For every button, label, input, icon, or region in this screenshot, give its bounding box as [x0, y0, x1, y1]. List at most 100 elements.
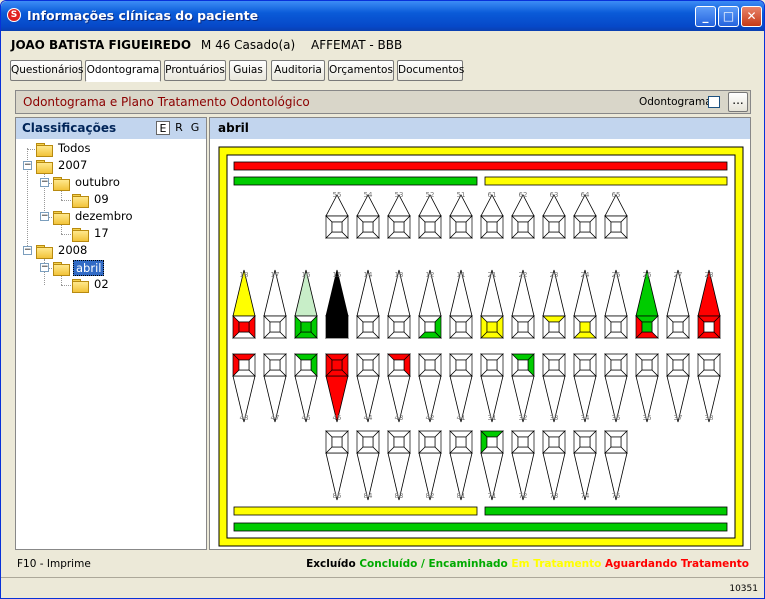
tab-guias[interactable]: Guias — [229, 60, 267, 81]
tooth-number: 85 — [333, 492, 342, 500]
close-button[interactable]: ✕ — [741, 6, 762, 27]
tab-auditoria[interactable]: Auditoria — [271, 60, 325, 81]
maximize-button[interactable]: □ — [718, 6, 739, 27]
upper-left-bar[interactable] — [484, 176, 728, 186]
folder-icon — [72, 194, 89, 208]
tooth-number: 65 — [612, 191, 621, 199]
upper-arch-bar[interactable] — [233, 161, 728, 171]
tooth-number: 51 — [457, 191, 466, 199]
collapse-dezembro-icon[interactable]: − — [40, 212, 49, 221]
tooth-number: 74 — [581, 492, 590, 500]
more-options-button[interactable]: ... — [728, 92, 748, 112]
tree-node-todos[interactable]: Todos — [36, 141, 186, 157]
tooth-number: 64 — [581, 191, 590, 199]
tooth-number: 37 — [674, 414, 683, 422]
tree-node-2008[interactable]: 2008 — [36, 243, 186, 259]
tooth-number: 15 — [333, 271, 342, 279]
tooth-number: 75 — [612, 492, 621, 500]
tooth-number: 46 — [302, 414, 311, 422]
tooth-number: 52 — [426, 191, 435, 199]
tab-documentos[interactable]: Documentos — [397, 60, 464, 81]
folder-icon — [72, 228, 89, 242]
filter-e-button[interactable]: E — [156, 121, 170, 135]
tooth-number: 11 — [457, 271, 466, 279]
collapse-outubro-icon[interactable]: − — [40, 178, 49, 187]
tree-node-2007[interactable]: 2007 — [36, 158, 186, 174]
tooth-number: 73 — [550, 492, 559, 500]
collapse-2008-icon[interactable]: − — [23, 246, 32, 255]
legend-excluido: Excluído — [306, 558, 356, 570]
minimize-button[interactable]: _ — [695, 6, 716, 27]
tooth-number: 38 — [705, 414, 714, 422]
status-separator — [1, 577, 764, 578]
lower-left-bar[interactable] — [484, 506, 728, 516]
tooth-number: 53 — [395, 191, 404, 199]
tooth-number: 63 — [550, 191, 559, 199]
collapse-2007-icon[interactable]: − — [23, 161, 32, 170]
tree-node-09[interactable]: 09 — [72, 192, 192, 208]
tree-node-dezembro[interactable]: dezembro — [53, 209, 193, 225]
upper-right-bar[interactable] — [233, 176, 478, 186]
patient-name: JOAO BATISTA FIGUEIREDO — [11, 38, 192, 52]
tree-node-02[interactable]: 02 — [72, 277, 192, 293]
window-title: Informações clínicas do paciente — [27, 8, 259, 23]
tree-node-abril[interactable]: abril — [53, 260, 193, 276]
tooth-number: 41 — [457, 414, 466, 422]
tooth-number: 62 — [519, 191, 528, 199]
lower-arch-bar[interactable] — [233, 522, 728, 532]
classificacoes-header: Classificações E R G — [16, 118, 206, 139]
tooth-number: 48 — [240, 414, 249, 422]
lower-right-bar[interactable] — [233, 506, 478, 516]
folder-icon — [53, 211, 70, 225]
tooth-number: 44 — [364, 414, 373, 422]
folder-icon — [72, 279, 89, 293]
folder-open-icon — [53, 262, 70, 276]
tooth-number: 22 — [519, 271, 528, 279]
tooth-number: 16 — [302, 271, 311, 279]
odontograma-chart[interactable]: 55 54 53 52 51 61 62 63 64 65 18 17 16 15 14 13 12 11 21 22… — [210, 140, 750, 550]
tooth-number: 45 — [333, 414, 342, 422]
patient-info: JOAO BATISTA FIGUEIREDO M 46 Casado(a) A… — [11, 38, 402, 52]
legend-concluido: Concluído / Encaminhado — [359, 558, 508, 570]
tab-prontuarios[interactable]: Prontuários — [164, 60, 226, 81]
tooth-number: 34 — [581, 414, 590, 422]
legend-em-tratamento: Em Tratamento — [511, 558, 602, 570]
classificacoes-panel: Classificações E R G Todos − 2007 − outu… — [15, 117, 207, 550]
patient-age: 46 — [215, 38, 231, 52]
odontograma-panel: abril 55 54 53 52 51 61 62 63 64 65 18 17 16 15 14 13 12… — [209, 117, 751, 550]
tooth-number: 32 — [519, 414, 528, 422]
patient-plan: AFFEMAT - BBB — [311, 38, 403, 52]
tooth-number: 54 — [364, 191, 373, 199]
title-bar[interactable]: S Informações clínicas do paciente _ □ ✕ — [1, 1, 764, 31]
tree-node-17[interactable]: 17 — [72, 226, 192, 242]
legend-aguardando: Aguardando Tratamento — [605, 558, 749, 570]
section-header: Odontograma e Plano Tratamento Odontológ… — [15, 90, 751, 114]
tooth-number: 21 — [488, 271, 497, 279]
filter-r-button[interactable]: R — [172, 121, 186, 135]
folder-icon — [36, 143, 53, 157]
status-legend: Excluído Concluído / Encaminhado Em Trat… — [306, 558, 749, 570]
tooth-number: 83 — [395, 492, 404, 500]
odontograma-checkbox[interactable] — [708, 96, 720, 108]
tooth-number: 42 — [426, 414, 435, 422]
print-shortcut: F10 - Imprime — [17, 558, 91, 570]
odontograma-checkbox-label: Odontograma — [639, 96, 712, 108]
tooth-number: 18 — [240, 271, 249, 279]
tab-orcamentos[interactable]: Orçamentos — [328, 60, 394, 81]
patient-sex: M — [200, 38, 212, 52]
tooth-number: 24 — [581, 271, 590, 279]
tooth-number: 28 — [705, 271, 714, 279]
section-title: Odontograma e Plano Tratamento Odontológ… — [23, 95, 310, 109]
tab-odontograma[interactable]: Odontograma — [85, 60, 161, 82]
classificacoes-tree: Todos − 2007 − outubro 09 − dezembro 17 … — [16, 140, 206, 550]
collapse-abril-icon[interactable]: − — [40, 263, 49, 272]
tooth-number: 55 — [333, 191, 342, 199]
filter-g-button[interactable]: G — [188, 121, 202, 135]
tooth-number: 35 — [612, 414, 621, 422]
tree-node-outubro[interactable]: outubro — [53, 175, 193, 191]
tab-questionarios[interactable]: Questionários — [10, 60, 84, 81]
tooth-number: 81 — [457, 492, 466, 500]
record-code: 10351 — [729, 584, 758, 594]
main-window: S Informações clínicas do paciente _ □ ✕… — [0, 0, 765, 599]
app-logo-icon: S — [7, 8, 21, 22]
